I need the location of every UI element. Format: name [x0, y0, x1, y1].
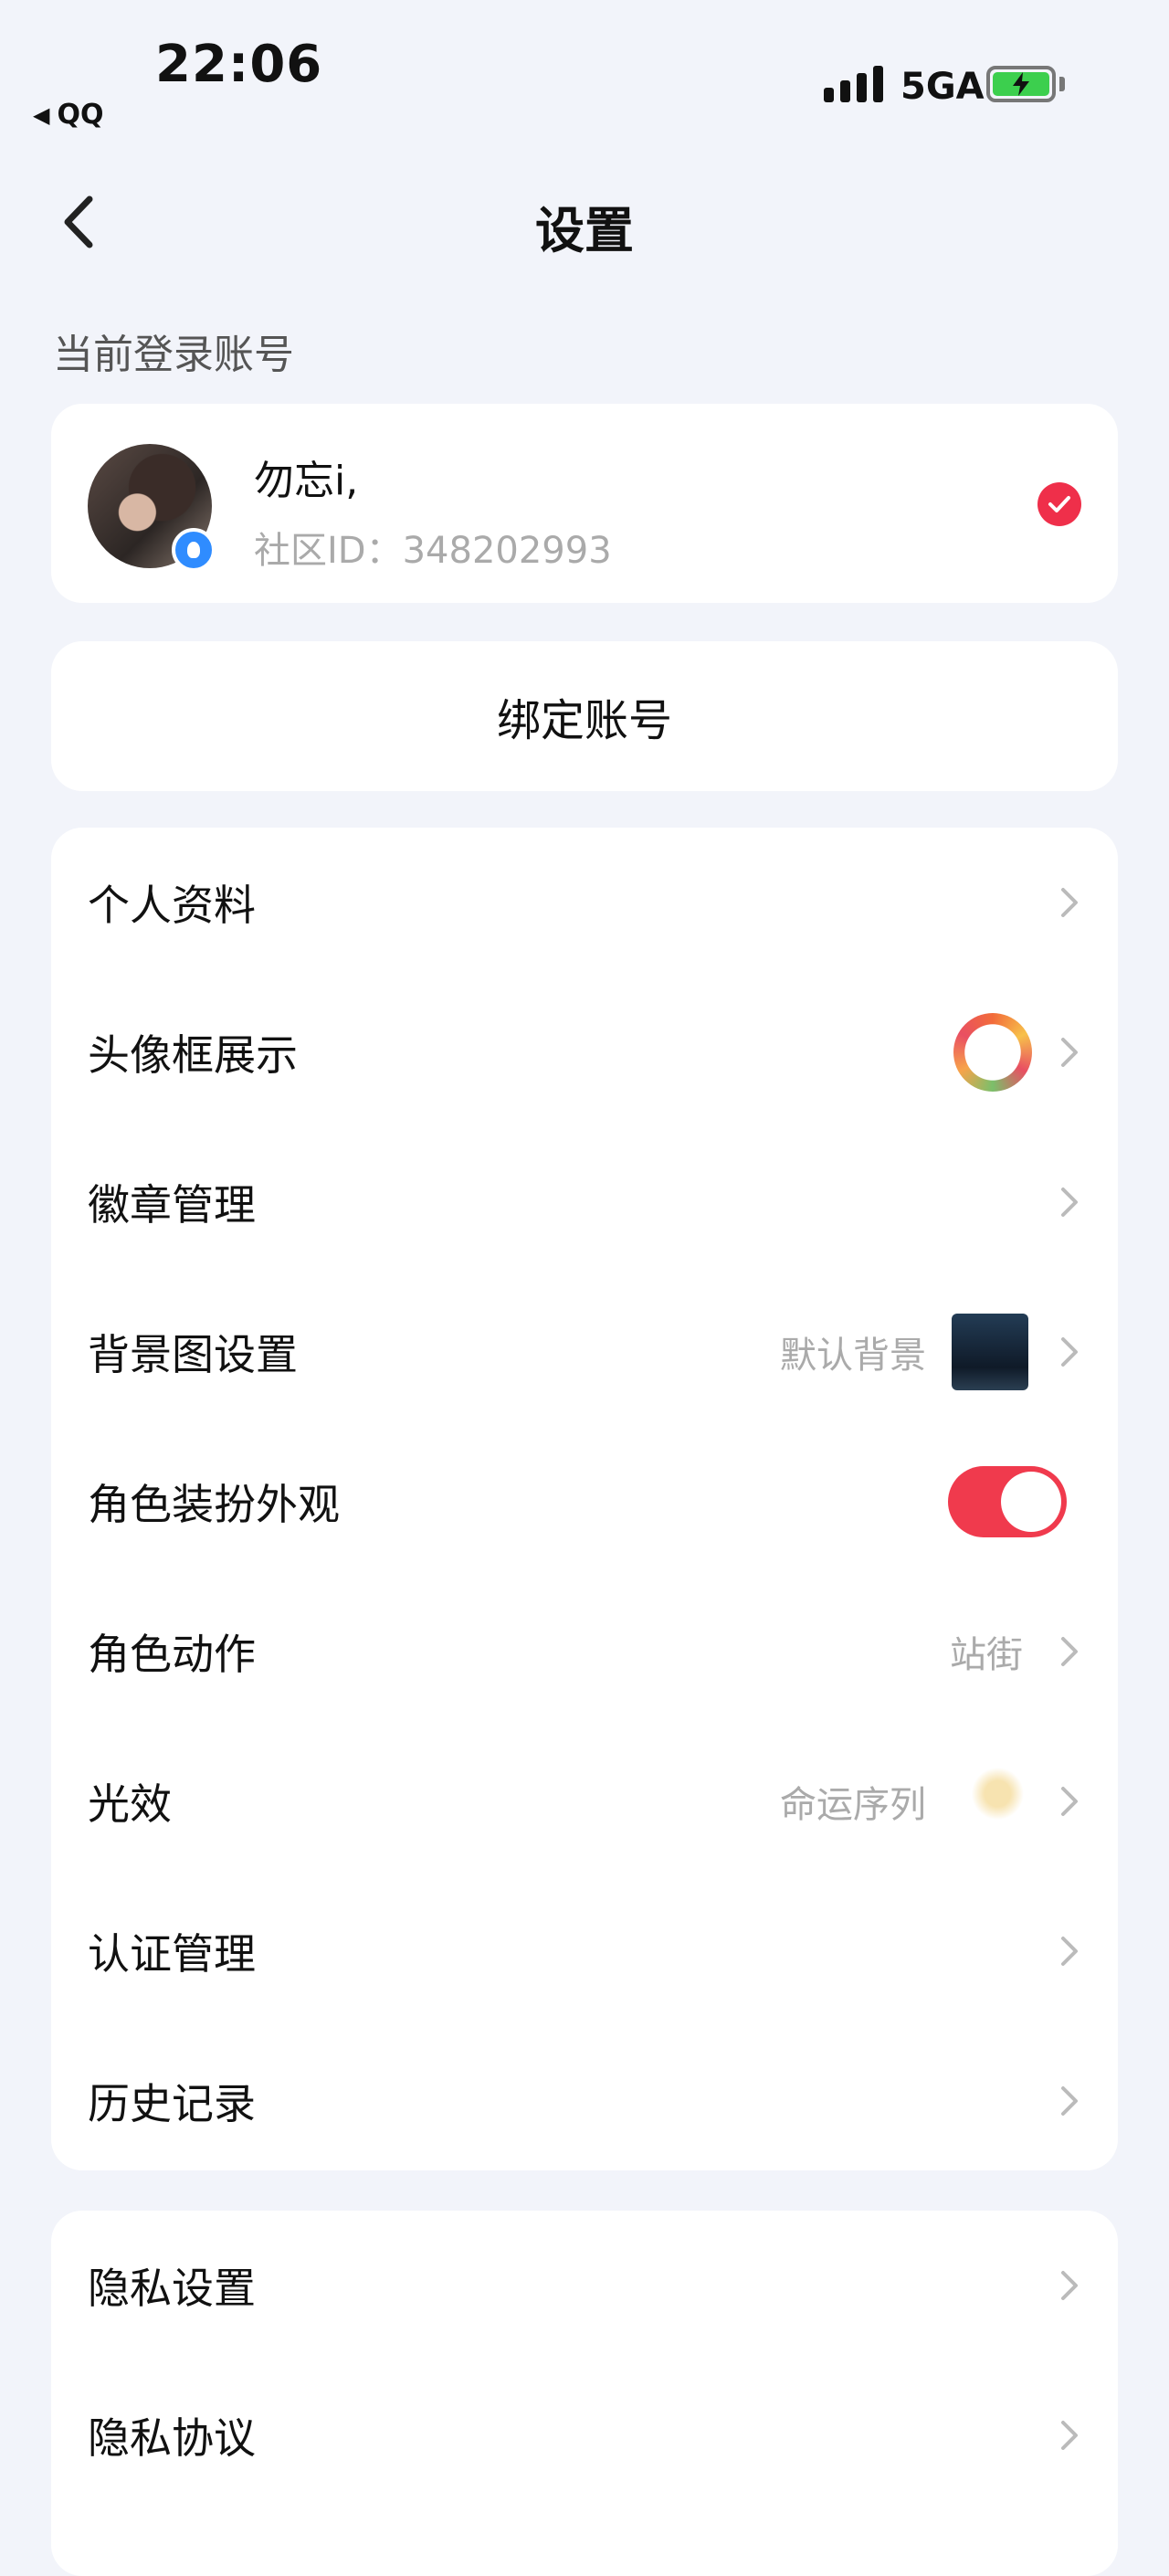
chevron-right-icon [1061, 1637, 1078, 1666]
settings-row-light-effect[interactable]: 光效 命运序列 [51, 1726, 1118, 1876]
privacy-list: 隐私设置 隐私协议 [51, 2211, 1118, 2576]
row-label: 个人资料 [88, 881, 256, 930]
page-title: 设置 [535, 202, 634, 259]
row-label: 头像框展示 [88, 1030, 298, 1080]
bind-account-button[interactable]: 绑定账号 [51, 641, 1118, 791]
network-label: 5GA [900, 66, 985, 108]
status-bar: 22:06 ◀ QQ 5GA [0, 0, 1169, 137]
back-triangle-icon: ◀ [33, 101, 50, 128]
settings-row-avatar-frame[interactable]: 头像框展示 [51, 977, 1118, 1127]
battery-icon [986, 66, 1056, 102]
account-name: 勿忘i, [254, 458, 359, 504]
row-label: 背景图设置 [88, 1330, 298, 1379]
chevron-right-icon [1061, 888, 1078, 917]
light-effect-thumbnail [952, 1763, 1028, 1840]
back-app-label: QQ [57, 99, 104, 131]
background-thumbnail [952, 1314, 1028, 1390]
account-id: 社区ID：348202993 [254, 530, 612, 572]
outfit-toggle[interactable] [948, 1466, 1067, 1537]
chevron-right-icon [1061, 2421, 1078, 2450]
row-value: 命运序列 [780, 1784, 926, 1826]
current-account-label: 当前登录账号 [53, 332, 294, 378]
row-label: 角色动作 [88, 1630, 256, 1679]
settings-list: 个人资料 头像框展示 徽章管理 背景图设置 默认背景 角色装扮外观 角色动作 站… [51, 828, 1118, 2170]
row-label: 光效 [88, 1779, 172, 1829]
chevron-right-icon [1061, 1188, 1078, 1217]
current-account-card[interactable]: 勿忘i, 社区ID：348202993 [51, 404, 1118, 603]
back-to-app[interactable]: ◀ QQ [33, 99, 103, 131]
row-label: 徽章管理 [88, 1180, 256, 1230]
row-value: 默认背景 [780, 1335, 926, 1377]
settings-row-history[interactable]: 历史记录 [51, 2026, 1118, 2176]
chevron-right-icon [1061, 1787, 1078, 1816]
chevron-right-icon [1061, 2271, 1078, 2300]
settings-row-verification[interactable]: 认证管理 [51, 1876, 1118, 2026]
row-label: 隐私协议 [88, 2413, 256, 2463]
chevron-right-icon [1061, 1337, 1078, 1367]
row-label: 角色装扮外观 [88, 1480, 340, 1529]
signal-icon [824, 64, 883, 102]
settings-row-badges[interactable]: 徽章管理 [51, 1127, 1118, 1277]
chevron-right-icon [1061, 2086, 1078, 2116]
row-value: 站街 [950, 1634, 1023, 1676]
settings-row-character-outfit: 角色装扮外观 [51, 1427, 1118, 1577]
settings-row-character-action[interactable]: 角色动作 站街 [51, 1577, 1118, 1726]
check-icon [1037, 482, 1081, 526]
settings-row-profile[interactable]: 个人资料 [51, 828, 1118, 977]
status-time: 22:06 [155, 35, 323, 94]
chevron-right-icon [1061, 1937, 1078, 1966]
bind-account-label: 绑定账号 [496, 695, 672, 746]
row-label: 认证管理 [88, 1929, 256, 1979]
battery-tip [1059, 77, 1065, 91]
avatar-frame-thumbnail [953, 1013, 1032, 1092]
settings-row-background[interactable]: 背景图设置 默认背景 [51, 1277, 1118, 1427]
row-label: 隐私设置 [88, 2264, 256, 2313]
qq-icon [172, 528, 216, 572]
settings-row-privacy-settings[interactable]: 隐私设置 [51, 2211, 1118, 2360]
row-label: 历史记录 [88, 2079, 256, 2128]
chevron-right-icon [1061, 1038, 1078, 1067]
settings-row-privacy-agreement[interactable]: 隐私协议 [51, 2360, 1118, 2510]
